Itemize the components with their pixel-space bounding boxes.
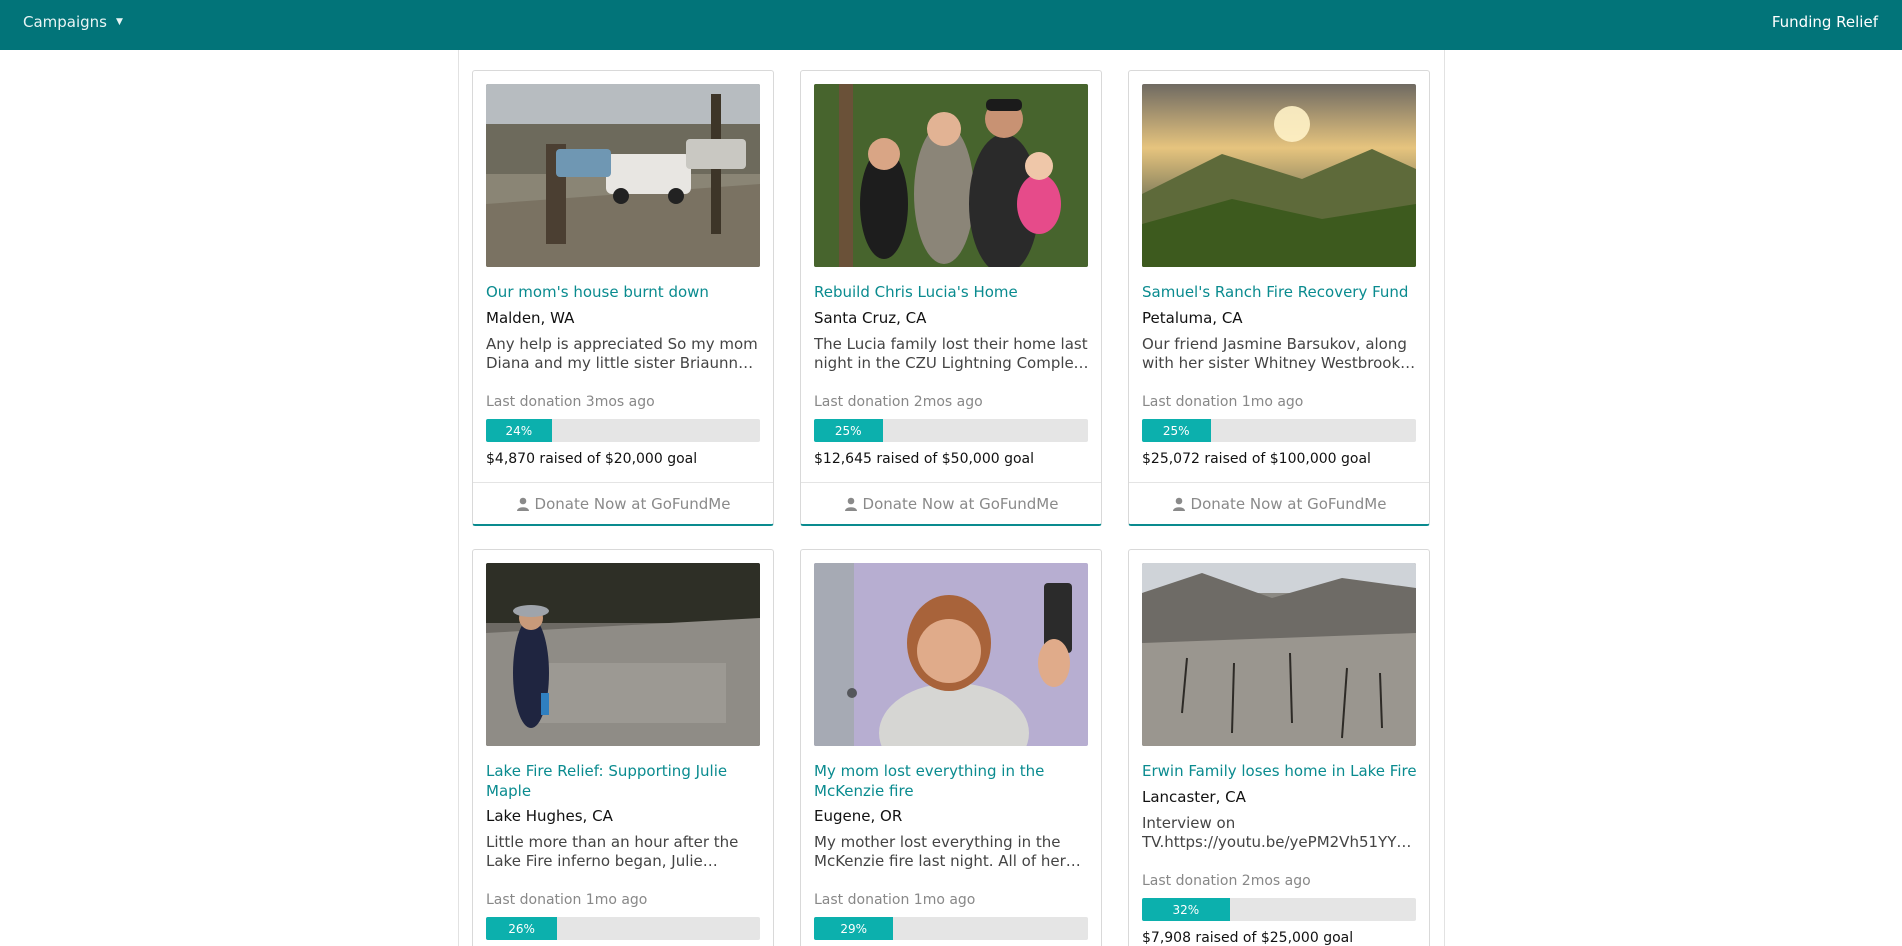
progress-bar: 25%: [814, 419, 1088, 442]
last-donation: Last donation 2mos ago: [814, 394, 983, 410]
campaign-description: Interview on TV.https://youtu.be/yePM2Vh…: [1142, 814, 1418, 852]
campaign-description: My mother lost everything in the McKenzi…: [814, 833, 1090, 871]
progress-fill: 29%: [814, 917, 894, 940]
donate-button[interactable]: Donate Now at GoFundMe: [473, 482, 773, 524]
progress-fill: 24%: [486, 419, 552, 442]
campaign-image[interactable]: [1142, 84, 1416, 267]
campaign-location: Petaluma, CA: [1142, 309, 1243, 327]
progress-bar: 25%: [1142, 419, 1416, 442]
raised-amount: $25,072 raised of $100,000 goal: [1142, 451, 1371, 467]
campaign-title[interactable]: Erwin Family loses home in Lake Fire: [1142, 761, 1418, 781]
campaign-description: Little more than an hour after the Lake …: [486, 833, 762, 871]
campaign-card: Rebuild Chris Lucia's Home Santa Cruz, C…: [800, 70, 1102, 526]
last-donation: Last donation 2mos ago: [1142, 873, 1311, 889]
campaign-image[interactable]: [814, 84, 1088, 267]
campaign-card: My mom lost everything in the McKenzie f…: [800, 549, 1102, 946]
progress-bar: 24%: [486, 419, 760, 442]
campaign-title[interactable]: Samuel's Ranch Fire Recovery Fund: [1142, 282, 1418, 302]
progress-bar: 26%: [486, 917, 760, 940]
last-donation: Last donation 1mo ago: [1142, 394, 1304, 410]
progress-fill: 25%: [814, 419, 883, 442]
campaigns-dropdown[interactable]: Campaigns ▼: [23, 13, 123, 31]
progress-fill: 32%: [1142, 898, 1230, 921]
donate-button[interactable]: Donate Now at GoFundMe: [1129, 482, 1429, 524]
campaign-title[interactable]: Rebuild Chris Lucia's Home: [814, 282, 1090, 302]
campaign-location: Malden, WA: [486, 309, 575, 327]
user-icon: [844, 497, 857, 511]
last-donation: Last donation 1mo ago: [486, 892, 648, 908]
progress-bar: 29%: [814, 917, 1088, 940]
user-icon: [1172, 497, 1185, 511]
top-nav-bar: Campaigns ▼ Funding Relief: [0, 0, 1902, 50]
campaign-description: Our friend Jasmine Barsukov, along with …: [1142, 335, 1418, 373]
raised-amount: $12,645 raised of $50,000 goal: [814, 451, 1035, 467]
last-donation: Last donation 3mos ago: [486, 394, 655, 410]
campaign-card: Lake Fire Relief: Supporting Julie Maple…: [472, 549, 774, 946]
donate-label[interactable]: Donate Now at GoFundMe: [535, 495, 731, 513]
campaign-title[interactable]: Our mom's house burnt down: [486, 282, 762, 302]
campaign-location: Lake Hughes, CA: [486, 807, 613, 825]
campaign-description-text: Any help is appreciated So my mom Diana …: [486, 335, 758, 372]
campaigns-label[interactable]: Campaigns: [23, 13, 107, 31]
progress-fill: 25%: [1142, 419, 1211, 442]
campaign-card: Our mom's house burnt down Malden, WA An…: [472, 70, 774, 526]
raised-amount: $4,870 raised of $20,000 goal: [486, 451, 698, 467]
campaign-image[interactable]: [486, 563, 760, 746]
campaign-location: Lancaster, CA: [1142, 788, 1246, 806]
campaign-title[interactable]: Lake Fire Relief: Supporting Julie Maple: [486, 761, 762, 801]
campaign-image[interactable]: [1142, 563, 1416, 746]
campaign-description: The Lucia family lost their home last ni…: [814, 335, 1090, 373]
campaign-card: Samuel's Ranch Fire Recovery Fund Petalu…: [1128, 70, 1430, 526]
campaign-description-text: My mother lost everything in the McKenzi…: [814, 833, 1081, 870]
raised-amount: $7,908 raised of $25,000 goal: [1142, 930, 1354, 946]
progress-fill: 26%: [486, 917, 558, 940]
brand-link[interactable]: Funding Relief: [1772, 13, 1878, 31]
campaign-description-text: The Lucia family lost their home last ni…: [814, 335, 1088, 372]
campaign-description-text: Little more than an hour after the Lake …: [486, 833, 739, 870]
campaign-image[interactable]: [814, 563, 1088, 746]
campaign-description-text: Our friend Jasmine Barsukov, along with …: [1142, 335, 1407, 372]
campaign-title[interactable]: My mom lost everything in the McKenzie f…: [814, 761, 1090, 801]
user-icon: [516, 497, 529, 511]
campaign-description: Any help is appreciated So my mom Diana …: [486, 335, 762, 373]
campaign-image[interactable]: [486, 84, 760, 267]
last-donation: Last donation 1mo ago: [814, 892, 976, 908]
campaign-location: Santa Cruz, CA: [814, 309, 927, 327]
donate-label[interactable]: Donate Now at GoFundMe: [863, 495, 1059, 513]
campaign-description-text: Interview on TV.https://youtu.be/yePM2Vh…: [1142, 814, 1397, 851]
caret-down-icon[interactable]: ▼: [116, 17, 123, 27]
progress-bar: 32%: [1142, 898, 1416, 921]
donate-button[interactable]: Donate Now at GoFundMe: [801, 482, 1101, 524]
campaign-location: Eugene, OR: [814, 807, 903, 825]
donate-label[interactable]: Donate Now at GoFundMe: [1191, 495, 1387, 513]
campaign-card: Erwin Family loses home in Lake Fire Lan…: [1128, 549, 1430, 946]
